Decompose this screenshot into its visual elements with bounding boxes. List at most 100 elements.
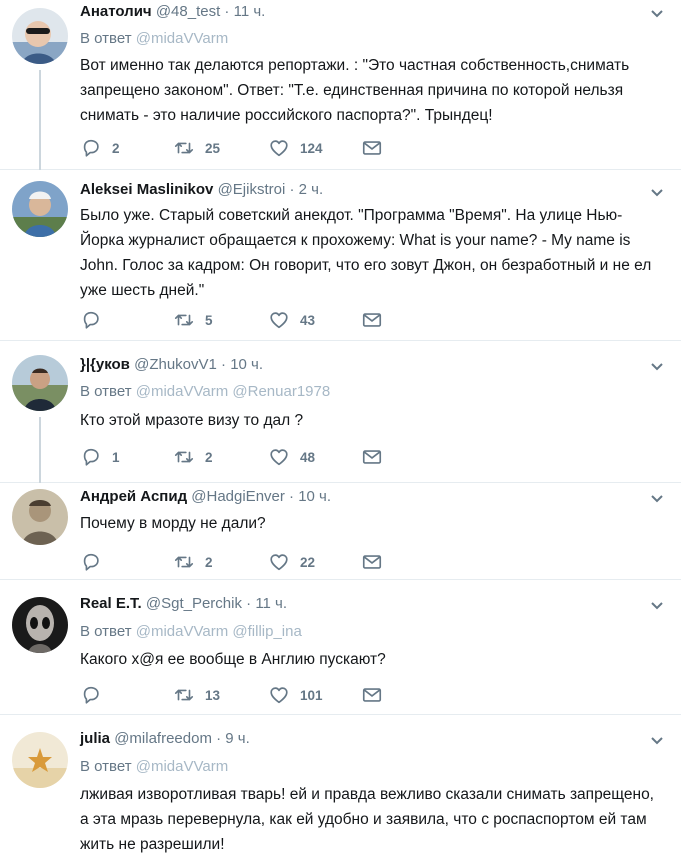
- tweet[interactable]: Real E.T. @Sgt_Perchik · 11 ч. В ответ @…: [0, 580, 681, 715]
- reply-mention[interactable]: @midaVVarm: [136, 758, 228, 775]
- like-icon: [270, 687, 288, 704]
- retweet-count: 2: [205, 449, 213, 465]
- user-name[interactable]: Aleksei Maslinikov: [80, 181, 213, 198]
- thread-line: [39, 417, 41, 483]
- retweet-icon: [174, 451, 194, 463]
- reply-prefix: В ответ: [80, 30, 132, 47]
- retweet-button[interactable]: 2: [173, 550, 213, 574]
- tweet-text: Какого х@я ее вообще в Англию пускают?: [80, 651, 386, 668]
- direct-message-icon: [362, 555, 382, 569]
- thread-line: [39, 70, 41, 170]
- reply-prefix: В ответ: [80, 758, 132, 775]
- reply-context: В ответ @midaVVarm @Renuar1978: [80, 383, 330, 400]
- like-icon: [270, 140, 288, 157]
- like-count: 124: [300, 140, 323, 156]
- reply-mention[interactable]: @midaVVarm: [136, 623, 228, 640]
- like-count: 101: [300, 687, 323, 703]
- reply-context: В ответ @midaVVarm @fillip_ina: [80, 623, 302, 640]
- avatar[interactable]: [12, 8, 68, 64]
- chevron-down-icon[interactable]: [649, 732, 665, 748]
- tweet-actions: 5 43: [80, 308, 410, 332]
- tweet-text: Было уже. Старый советский анекдот. "Про…: [80, 207, 652, 299]
- avatar[interactable]: [12, 181, 68, 237]
- tweet-time[interactable]: · 10 ч.: [221, 356, 263, 373]
- retweet-icon: [174, 556, 194, 568]
- user-handle[interactable]: @milafreedom: [114, 730, 212, 747]
- tweet-actions: 2 25 124: [80, 136, 410, 160]
- user-name[interactable]: Андрей Аспид: [80, 488, 187, 505]
- chevron-down-icon[interactable]: [649, 184, 665, 200]
- user-name[interactable]: julia: [80, 730, 110, 747]
- reply-button[interactable]: [80, 550, 112, 574]
- reply-icon: [83, 448, 99, 466]
- user-handle[interactable]: @Ejikstroi: [218, 181, 286, 198]
- like-icon: [270, 554, 288, 571]
- reply-mention[interactable]: @Renuar1978: [232, 383, 330, 400]
- reply-mention[interactable]: @midaVVarm: [136, 383, 228, 400]
- retweet-count: 25: [205, 140, 221, 156]
- user-name[interactable]: Real E.T.: [80, 595, 142, 612]
- tweet-time[interactable]: · 11 ч.: [224, 3, 265, 20]
- user-handle[interactable]: @ZhukovV1: [134, 356, 217, 373]
- retweet-button[interactable]: 2: [173, 445, 213, 469]
- tweet[interactable]: Aleksei Maslinikov @Ejikstroi · 2 ч. Был…: [0, 170, 681, 341]
- avatar[interactable]: [12, 489, 68, 545]
- tweet-time[interactable]: · 10 ч.: [289, 488, 331, 505]
- tweet-actions: 13 101: [80, 683, 410, 707]
- tweet-header: }|{yков @ZhukovV1 · 10 ч.: [80, 356, 263, 373]
- direct-message-icon: [362, 450, 382, 464]
- reply-count: 1: [112, 449, 120, 465]
- direct-message-button[interactable]: [361, 308, 383, 332]
- like-button[interactable]: 124: [268, 136, 323, 160]
- tweet-text: Вот именно так делаются репортажи. : "Эт…: [80, 57, 630, 124]
- retweet-button[interactable]: 13: [173, 683, 220, 707]
- reply-icon: [83, 139, 99, 157]
- reply-icon: [83, 311, 99, 329]
- user-name[interactable]: Анатолич: [80, 3, 152, 20]
- tweet-header: julia @milafreedom · 9 ч.: [80, 730, 250, 747]
- reply-prefix: В ответ: [80, 383, 132, 400]
- tweet[interactable]: }|{yков @ZhukovV1 · 10 ч. В ответ @midaV…: [0, 341, 681, 483]
- retweet-count: 5: [205, 312, 213, 328]
- like-button[interactable]: 48: [268, 445, 315, 469]
- direct-message-button[interactable]: [361, 550, 383, 574]
- reply-icon: [83, 686, 99, 704]
- like-button[interactable]: 43: [268, 308, 315, 332]
- chevron-down-icon[interactable]: [649, 358, 665, 374]
- retweet-count: 13: [205, 687, 221, 703]
- chevron-down-icon[interactable]: [649, 5, 665, 21]
- reply-context: В ответ @midaVVarm: [80, 30, 228, 47]
- like-button[interactable]: 101: [268, 683, 323, 707]
- user-handle[interactable]: @Sgt_Perchik: [146, 595, 242, 612]
- direct-message-button[interactable]: [361, 136, 383, 160]
- retweet-icon: [174, 689, 194, 701]
- like-icon: [270, 449, 288, 466]
- tweet[interactable]: Анатолич @48_test · 11 ч. В ответ @midaV…: [0, 0, 681, 170]
- like-count: 48: [300, 449, 316, 465]
- direct-message-button[interactable]: [361, 683, 383, 707]
- tweet[interactable]: julia @milafreedom · 9 ч. В ответ @midaV…: [0, 715, 681, 853]
- reply-button[interactable]: 2: [80, 136, 120, 160]
- reply-mention[interactable]: @fillip_ina: [232, 623, 301, 640]
- tweet-time[interactable]: · 9 ч.: [216, 730, 250, 747]
- user-handle[interactable]: @48_test: [156, 3, 220, 20]
- reply-button[interactable]: [80, 308, 112, 332]
- direct-message-icon: [362, 141, 382, 155]
- tweet-time[interactable]: · 11 ч.: [246, 595, 287, 612]
- chevron-down-icon[interactable]: [649, 490, 665, 506]
- chevron-down-icon[interactable]: [649, 597, 665, 613]
- retweet-button[interactable]: 25: [173, 136, 220, 160]
- user-name[interactable]: }|{yков: [80, 356, 130, 373]
- avatar[interactable]: [12, 355, 68, 411]
- tweet[interactable]: Андрей Аспид @HadgiEnver · 10 ч. Почему …: [0, 483, 681, 580]
- reply-mention[interactable]: @midaVVarm: [136, 30, 228, 47]
- tweet-time[interactable]: · 2 ч.: [289, 181, 323, 198]
- user-handle[interactable]: @HadgiEnver: [191, 488, 285, 505]
- direct-message-button[interactable]: [361, 445, 383, 469]
- avatar[interactable]: [12, 597, 68, 653]
- avatar[interactable]: [12, 732, 68, 788]
- like-button[interactable]: 22: [268, 550, 315, 574]
- reply-button[interactable]: [80, 683, 112, 707]
- retweet-button[interactable]: 5: [173, 308, 213, 332]
- reply-button[interactable]: 1: [80, 445, 120, 469]
